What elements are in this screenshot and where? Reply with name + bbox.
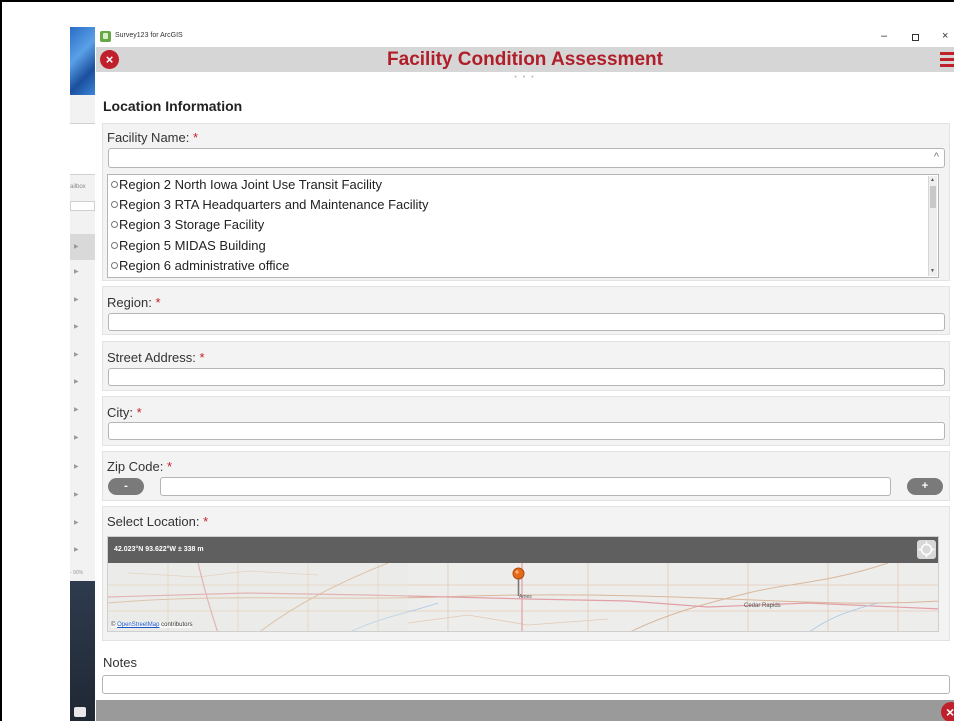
expand-arrow-icon[interactable]: ▶ <box>74 297 80 303</box>
taskbar-app-icon[interactable] <box>74 707 86 717</box>
facility-name-input[interactable]: ^ <box>108 148 945 168</box>
notes-label: Notes <box>103 655 137 670</box>
zip-code-label: Zip Code: * <box>107 459 173 474</box>
background-app-strip: ailbox ▶ ▶ ▶ ▶ ▶ ▶ ▶ ▶ ▶ ▶ ▶ ▶ - 90% <box>70 27 95 721</box>
increment-button[interactable]: + <box>907 478 943 495</box>
expand-arrow-icon[interactable]: ▶ <box>74 324 80 330</box>
facility-option[interactable]: Region 5 MIDAS Building <box>111 238 266 253</box>
scroll-up-icon[interactable]: ▲ <box>930 177 935 183</box>
window-close-button[interactable]: × <box>942 29 948 43</box>
zip-code-question: Zip Code: * - + <box>102 451 950 501</box>
select-location-label: Select Location: * <box>107 514 209 529</box>
expand-arrow-icon[interactable]: ▶ <box>74 435 80 441</box>
survey-window: Survey123 for ArcGIS – × × Facility Cond… <box>96 27 954 721</box>
scrollbar-thumb[interactable] <box>930 186 936 208</box>
form-footer: × <box>96 700 954 721</box>
required-asterisk: * <box>199 350 205 365</box>
restore-icon <box>912 34 919 41</box>
expand-arrow-icon[interactable]: ▶ <box>74 492 80 498</box>
desktop-wallpaper <box>70 27 95 95</box>
decrement-button[interactable]: - <box>108 478 144 495</box>
form-title: Facility Condition Assessment <box>387 49 663 70</box>
expand-arrow-icon[interactable]: ▶ <box>74 269 80 275</box>
scroll-down-icon[interactable]: ▼ <box>930 268 935 274</box>
city-question: City: * <box>102 396 950 446</box>
region-question: Region: * <box>102 286 950 335</box>
screenshot-page: ailbox ▶ ▶ ▶ ▶ ▶ ▶ ▶ ▶ ▶ ▶ ▶ ▶ - 90% Sur… <box>0 0 954 721</box>
expand-arrow-icon[interactable]: ▶ <box>74 520 80 526</box>
radio-button[interactable] <box>111 221 118 228</box>
city-input[interactable] <box>108 422 945 440</box>
mailbox-field[interactable] <box>70 201 95 211</box>
window-title: Survey123 for ArcGIS <box>115 32 183 39</box>
notes-input[interactable] <box>102 675 950 694</box>
crosshair-icon <box>918 541 935 558</box>
minimize-button[interactable]: – <box>881 29 887 43</box>
footer-close-button[interactable]: × <box>941 702 954 721</box>
radio-button[interactable] <box>111 262 118 269</box>
expand-arrow-icon[interactable]: ▶ <box>74 379 80 385</box>
city-label: City: * <box>107 405 142 420</box>
required-asterisk: * <box>203 514 209 529</box>
expand-arrow-icon[interactable]: ▶ <box>74 352 80 358</box>
frame-top-border <box>0 0 954 2</box>
survey123-app-icon <box>100 31 111 42</box>
street-address-input[interactable] <box>108 368 945 386</box>
map-attribution: © OpenStreetMap contributors <box>111 622 193 628</box>
expand-arrow-icon[interactable]: ▶ <box>74 244 80 250</box>
facility-option[interactable]: Region 2 North Iowa Joint Use Transit Fa… <box>111 177 382 192</box>
expand-arrow-icon[interactable]: ▶ <box>74 547 80 553</box>
window-titlebar: Survey123 for ArcGIS – × <box>96 27 954 47</box>
street-address-question: Street Address: * <box>102 341 950 391</box>
background-pane <box>70 123 95 175</box>
page-indicator-dots: • • • <box>514 74 536 81</box>
hamburger-icon[interactable] <box>940 52 954 67</box>
taskbar-area <box>70 581 95 721</box>
radio-button[interactable] <box>111 181 118 188</box>
facility-name-label: Facility Name: * <box>107 130 199 145</box>
expand-arrow-icon[interactable]: ▶ <box>74 464 80 470</box>
openstreetmap-link[interactable]: OpenStreetMap <box>117 622 159 628</box>
required-asterisk: * <box>155 295 161 310</box>
zoom-level-text: - 90% <box>70 570 84 576</box>
street-address-label: Street Address: * <box>107 350 205 365</box>
expand-arrow-icon[interactable]: ▶ <box>74 407 80 413</box>
zip-code-input[interactable] <box>160 477 891 496</box>
radio-button[interactable] <box>111 201 118 208</box>
facility-options-list[interactable]: Region 2 North Iowa Joint Use Transit Fa… <box>107 174 939 278</box>
gps-locate-button[interactable] <box>917 540 936 559</box>
region-label: Region: * <box>107 295 161 310</box>
facility-option[interactable]: Region 3 Storage Facility <box>111 217 264 232</box>
required-asterisk: * <box>167 459 173 474</box>
location-pin-icon[interactable] <box>512 567 525 597</box>
location-map[interactable]: 42.023°N 93.622°W ± 338 m Ames Cedar Rap… <box>107 536 939 632</box>
radio-button[interactable] <box>111 242 118 249</box>
coordinates-readout: 42.023°N 93.622°W ± 338 m <box>114 546 204 553</box>
section-title: Location Information <box>103 98 243 114</box>
map-label-cedar-rapids: Cedar Rapids <box>744 603 781 609</box>
facility-option[interactable]: Region 6 administrative office <box>111 258 289 273</box>
map-coordinate-bar: 42.023°N 93.622°W ± 338 m <box>108 537 938 563</box>
maximize-button[interactable] <box>912 31 919 45</box>
frame-left-border <box>0 0 2 721</box>
required-asterisk: * <box>192 130 199 145</box>
mailbox-label: ailbox <box>70 184 86 190</box>
form-header: × Facility Condition Assessment <box>96 47 954 72</box>
list-scrollbar[interactable]: ▲ ▼ <box>928 176 937 276</box>
chevron-up-icon[interactable]: ^ <box>934 151 939 163</box>
facility-option[interactable]: Region 3 RTA Headquarters and Maintenanc… <box>111 197 429 212</box>
required-asterisk: * <box>136 405 142 420</box>
region-input[interactable] <box>108 313 945 331</box>
